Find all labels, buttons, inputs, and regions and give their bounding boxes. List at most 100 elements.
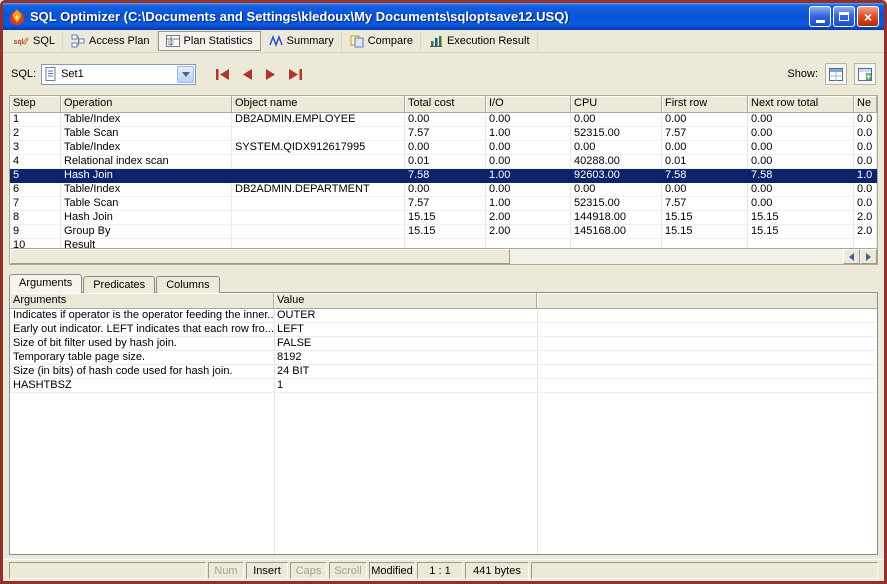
grid-cell[interactable]: DB2ADMIN.EMPLOYEE bbox=[232, 113, 405, 127]
grid-cell[interactable]: 0.0 bbox=[854, 141, 877, 155]
grid-cell[interactable]: 0.00 bbox=[748, 197, 854, 211]
detail-column-header-arguments[interactable]: Arguments bbox=[10, 293, 274, 309]
grid-cell[interactable]: 1.00 bbox=[486, 169, 571, 183]
list-item[interactable]: Temporary table page size.8192 bbox=[10, 351, 877, 365]
sql-set-combobox[interactable]: Set1 bbox=[41, 64, 196, 85]
scroll-left-button[interactable] bbox=[843, 249, 860, 264]
table-row[interactable]: 7Table Scan7.571.0052315.007.570.000.0 bbox=[10, 197, 877, 211]
column-header-operation[interactable]: Operation bbox=[61, 96, 232, 113]
grid-cell[interactable] bbox=[232, 211, 405, 225]
grid-cell[interactable]: 4 bbox=[10, 155, 61, 169]
grid-cell[interactable]: 52315.00 bbox=[571, 197, 662, 211]
grid-cell[interactable]: 0.0 bbox=[854, 127, 877, 141]
list-item[interactable]: Size of bit filter used by hash join.FAL… bbox=[10, 337, 877, 351]
grid-cell[interactable]: 7.58 bbox=[662, 169, 748, 183]
table-row[interactable]: 6Table/IndexDB2ADMIN.DEPARTMENT0.000.000… bbox=[10, 183, 877, 197]
column-header-step[interactable]: Step bbox=[10, 96, 61, 113]
column-header-ne[interactable]: Ne bbox=[854, 96, 877, 113]
grid-cell[interactable]: 0.00 bbox=[405, 113, 486, 127]
grid-cell[interactable]: 0.01 bbox=[662, 155, 748, 169]
grid-cell[interactable] bbox=[571, 239, 662, 248]
grid-cell[interactable]: Table/Index bbox=[61, 183, 232, 197]
grid-cell[interactable] bbox=[748, 239, 854, 248]
list-item[interactable]: Size (in bits) of hash code used for has… bbox=[10, 365, 877, 379]
grid-cell[interactable]: 0.00 bbox=[748, 127, 854, 141]
grid-cell[interactable]: 7.57 bbox=[405, 127, 486, 141]
previous-step-button[interactable] bbox=[235, 63, 259, 85]
grid-cell[interactable]: 0.00 bbox=[748, 183, 854, 197]
grid-cell[interactable] bbox=[405, 239, 486, 248]
grid-cell[interactable]: 1.00 bbox=[486, 127, 571, 141]
grid-cell[interactable]: 0.00 bbox=[571, 113, 662, 127]
grid-cell[interactable]: 1.00 bbox=[486, 197, 571, 211]
list-item[interactable]: HASHTBSZ1 bbox=[10, 379, 877, 393]
detail-tab-columns[interactable]: Columns bbox=[156, 276, 219, 293]
show-tree-button[interactable] bbox=[854, 63, 876, 85]
grid-cell[interactable]: 10 bbox=[10, 239, 61, 248]
grid-cell[interactable]: Table/Index bbox=[61, 141, 232, 155]
tab-sql[interactable]: sqlSQL bbox=[5, 31, 63, 51]
grid-cell[interactable]: 0.01 bbox=[405, 155, 486, 169]
grid-cell[interactable]: 52315.00 bbox=[571, 127, 662, 141]
title-bar[interactable]: SQL Optimizer (C:\Documents and Settings… bbox=[3, 3, 884, 30]
grid-cell[interactable]: 0.00 bbox=[662, 141, 748, 155]
grid-cell[interactable] bbox=[232, 225, 405, 239]
grid-cell[interactable]: 7.57 bbox=[662, 197, 748, 211]
grid-cell[interactable] bbox=[232, 127, 405, 141]
grid-cell[interactable]: 7.57 bbox=[405, 197, 486, 211]
scrollbar-thumb[interactable] bbox=[10, 249, 510, 264]
grid-cell[interactable]: 15.15 bbox=[748, 211, 854, 225]
grid-cell[interactable]: 15.15 bbox=[405, 225, 486, 239]
grid-cell[interactable]: Table Scan bbox=[61, 197, 232, 211]
grid-cell[interactable]: 0.00 bbox=[571, 141, 662, 155]
grid-cell[interactable]: SYSTEM.QIDX912617995 bbox=[232, 141, 405, 155]
grid-cell[interactable]: 0.00 bbox=[405, 141, 486, 155]
minimize-button[interactable] bbox=[809, 6, 831, 27]
detail-column-header-blank[interactable] bbox=[537, 293, 877, 309]
horizontal-scrollbar[interactable] bbox=[10, 248, 877, 264]
column-header-object-name[interactable]: Object name bbox=[232, 96, 405, 113]
grid-cell[interactable]: 0.0 bbox=[854, 113, 877, 127]
table-row[interactable]: 2Table Scan7.571.0052315.007.570.000.0 bbox=[10, 127, 877, 141]
grid-cell[interactable]: 145168.00 bbox=[571, 225, 662, 239]
grid-cell[interactable]: Table Scan bbox=[61, 127, 232, 141]
grid-cell[interactable]: 15.15 bbox=[748, 225, 854, 239]
grid-cell[interactable]: 0.00 bbox=[662, 183, 748, 197]
grid-cell[interactable]: Hash Join bbox=[61, 211, 232, 225]
table-row[interactable]: 4Relational index scan0.010.0040288.000.… bbox=[10, 155, 877, 169]
next-step-button[interactable] bbox=[259, 63, 283, 85]
grid-cell[interactable]: 2.0 bbox=[854, 211, 877, 225]
tab-execution-result[interactable]: Execution Result bbox=[421, 31, 538, 51]
table-row[interactable]: 10Result bbox=[10, 239, 877, 248]
grid-cell[interactable]: 15.15 bbox=[405, 211, 486, 225]
list-item[interactable]: Indicates if operator is the operator fe… bbox=[10, 309, 877, 323]
table-row[interactable]: 1Table/IndexDB2ADMIN.EMPLOYEE0.000.000.0… bbox=[10, 113, 877, 127]
grid-cell[interactable]: 3 bbox=[10, 141, 61, 155]
grid-cell[interactable]: 9 bbox=[10, 225, 61, 239]
grid-cell[interactable]: Relational index scan bbox=[61, 155, 232, 169]
grid-cell[interactable]: 7.58 bbox=[748, 169, 854, 183]
grid-cell[interactable]: 15.15 bbox=[662, 225, 748, 239]
grid-cell[interactable]: 0.0 bbox=[854, 183, 877, 197]
grid-cell[interactable]: 1 bbox=[10, 113, 61, 127]
scroll-right-button[interactable] bbox=[860, 249, 877, 264]
grid-cell[interactable]: 0.00 bbox=[748, 113, 854, 127]
column-header-total-cost[interactable]: Total cost bbox=[405, 96, 486, 113]
tab-summary[interactable]: Summary bbox=[261, 31, 342, 51]
last-step-button[interactable] bbox=[283, 63, 307, 85]
detail-column-header-value[interactable]: Value bbox=[274, 293, 537, 309]
column-header-next-row-total[interactable]: Next row total bbox=[748, 96, 854, 113]
grid-cell[interactable]: 1.0 bbox=[854, 169, 877, 183]
first-step-button[interactable] bbox=[211, 63, 235, 85]
tab-compare[interactable]: Compare bbox=[342, 31, 421, 51]
table-row[interactable]: 3Table/IndexSYSTEM.QIDX9126179950.000.00… bbox=[10, 141, 877, 155]
combobox-dropdown-button[interactable] bbox=[177, 66, 194, 83]
table-row[interactable]: 8Hash Join15.152.00144918.0015.1515.152.… bbox=[10, 211, 877, 225]
grid-cell[interactable] bbox=[232, 239, 405, 248]
tab-access-plan[interactable]: Access Plan bbox=[63, 31, 158, 51]
table-row[interactable]: 9Group By15.152.00145168.0015.1515.152.0 bbox=[10, 225, 877, 239]
grid-cell[interactable]: 7 bbox=[10, 197, 61, 211]
grid-cell[interactable]: Table/Index bbox=[61, 113, 232, 127]
grid-cell[interactable]: 2.00 bbox=[486, 211, 571, 225]
grid-cell[interactable]: 15.15 bbox=[662, 211, 748, 225]
